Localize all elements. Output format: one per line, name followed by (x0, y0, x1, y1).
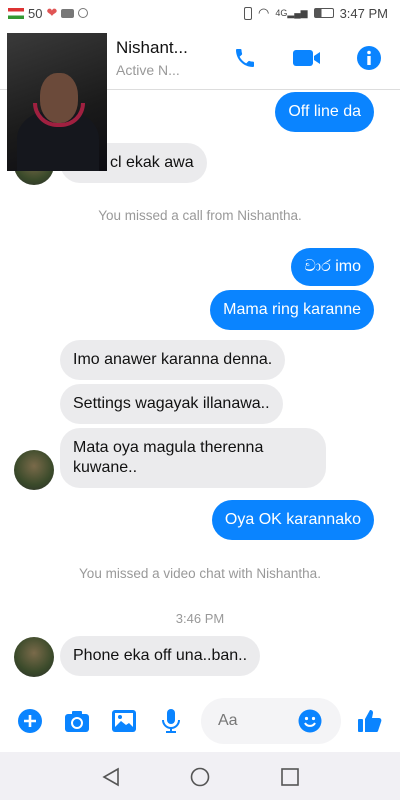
camera-icon[interactable] (64, 708, 90, 734)
missed-call-notice: You missed a call from Nishantha. (98, 208, 302, 223)
battery-icon (313, 8, 334, 18)
message-bubble-incoming[interactable]: Phone eka off una..ban.. (60, 636, 261, 676)
message-bubble-incoming[interactable]: Settings wagayak illanawa.. (60, 384, 283, 424)
message-bubble-outgoing[interactable]: වාර imo (291, 248, 374, 286)
message-input[interactable]: Aa (201, 698, 341, 744)
thumbs-up-icon[interactable] (357, 708, 383, 734)
contact-name[interactable]: Nishant... (116, 38, 188, 58)
status-left-text: 50 (28, 5, 43, 21)
voice-call-button[interactable] (231, 44, 259, 72)
info-button[interactable] (355, 44, 383, 72)
contact-avatar[interactable] (14, 450, 54, 490)
video-call-button[interactable] (293, 44, 321, 72)
message-input-placeholder: Aa (218, 712, 238, 729)
signal-icon: 4G▂▄▆ (275, 7, 308, 18)
back-icon[interactable] (102, 767, 120, 787)
microphone-icon[interactable] (158, 708, 184, 734)
message-bubble-outgoing[interactable]: Oya OK karannako (211, 500, 374, 540)
flag-icon (8, 7, 24, 19)
message-bubble-incoming[interactable]: Imo anawer karanna denna. (60, 340, 286, 380)
android-nav-bar (0, 752, 400, 800)
plus-icon[interactable] (17, 708, 43, 734)
clock: 3:47 PM (339, 5, 388, 21)
wifi-icon: ◠ (257, 5, 270, 20)
home-icon[interactable] (190, 767, 210, 787)
video-call-preview[interactable] (7, 33, 107, 171)
recents-icon[interactable] (281, 768, 299, 786)
contact-avatar[interactable] (14, 637, 54, 677)
message-bubble-outgoing[interactable]: Mama ring karanne (210, 290, 374, 330)
heart-icon: ❤ (46, 5, 58, 20)
network-type: 4G (275, 7, 288, 18)
vibrate-icon (243, 6, 252, 20)
emoji-icon[interactable] (298, 709, 322, 733)
video-notification-icon (61, 8, 75, 18)
message-bubble-outgoing[interactable]: Off line da (275, 92, 374, 132)
phone-icon (236, 49, 254, 67)
info-icon (357, 46, 381, 70)
missed-video-chat-notice: You missed a video chat with Nishantha. (79, 566, 321, 581)
composer-bar: Aa (0, 690, 400, 752)
status-bar: 50 ❤ ◠ 4G▂▄▆ 3:47 PM (0, 0, 400, 26)
messenger-notification-icon (78, 8, 89, 18)
video-camera-icon (293, 50, 320, 66)
active-status: Active N... (116, 62, 180, 78)
message-bubble-incoming[interactable]: Mata oya magula therenna kuwane.. (60, 428, 326, 488)
gallery-icon[interactable] (111, 708, 137, 734)
timestamp: 3:46 PM (175, 611, 225, 626)
